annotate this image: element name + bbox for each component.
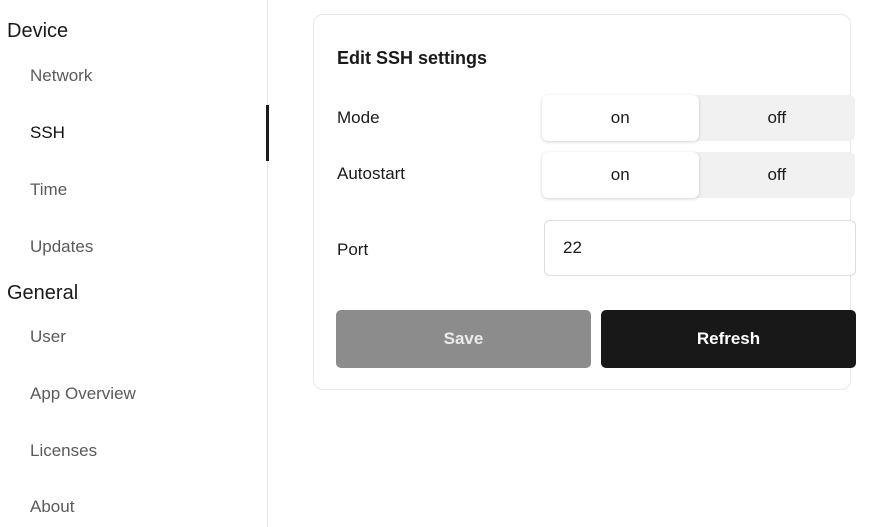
sidebar-group-general: General bbox=[7, 282, 79, 304]
sidebar: Device Network SSH Time Updates General … bbox=[0, 0, 269, 527]
autostart-label: Autostart bbox=[337, 164, 406, 183]
save-button[interactable]: Save bbox=[336, 310, 591, 368]
sidebar-item-ssh[interactable]: SSH bbox=[0, 105, 269, 161]
mode-label: Mode bbox=[337, 108, 380, 127]
ssh-settings-card: Edit SSH settings Mode on off Autostart … bbox=[313, 14, 856, 390]
refresh-button[interactable]: Refresh bbox=[601, 310, 856, 368]
mode-off-option[interactable]: off bbox=[699, 95, 856, 141]
port-input[interactable] bbox=[544, 220, 856, 276]
card-title: Edit SSH settings bbox=[337, 48, 488, 68]
sidebar-item-network[interactable]: Network bbox=[0, 56, 268, 96]
sidebar-group-device: Device bbox=[7, 20, 69, 42]
mode-toggle: on off bbox=[542, 95, 855, 141]
app-root: Device Network SSH Time Updates General … bbox=[0, 0, 879, 527]
port-label: Port bbox=[337, 240, 369, 259]
sidebar-item-about[interactable]: About bbox=[0, 487, 268, 527]
sidebar-item-time[interactable]: Time bbox=[0, 170, 268, 210]
autostart-off-option[interactable]: off bbox=[699, 152, 856, 198]
sidebar-item-app-overview[interactable]: App Overview bbox=[0, 374, 268, 414]
sidebar-item-licenses[interactable]: Licenses bbox=[0, 431, 268, 471]
autostart-on-option[interactable]: on bbox=[542, 152, 699, 198]
sidebar-item-updates[interactable]: Updates bbox=[0, 227, 268, 267]
sidebar-item-user[interactable]: User bbox=[0, 317, 268, 357]
autostart-toggle: on off bbox=[542, 152, 855, 198]
mode-on-option[interactable]: on bbox=[542, 95, 699, 141]
